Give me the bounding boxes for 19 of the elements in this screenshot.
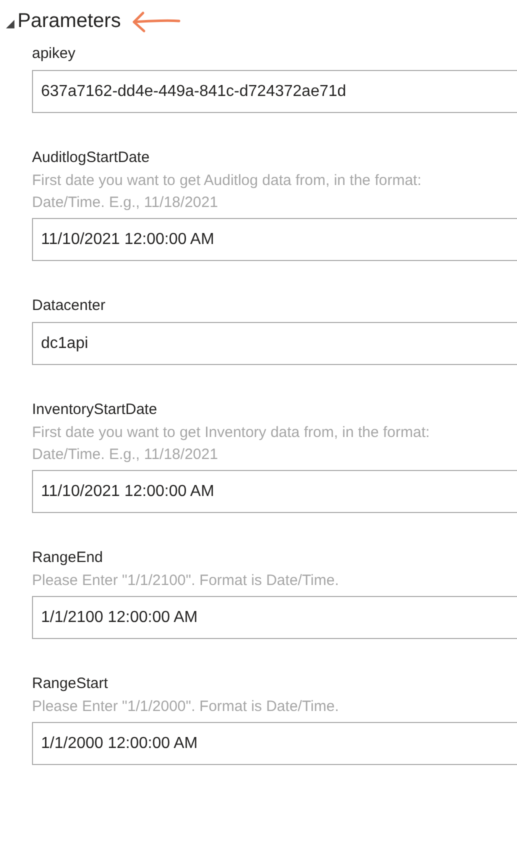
parameter-description: Please Enter "1/1/2100". Format is Date/Time. xyxy=(32,571,340,591)
parameter-label: RangeStart xyxy=(32,674,109,694)
parameter-description: First date you want to get Inventory data from, in the format: Date/Time. E.g., 11/18/2021 xyxy=(32,423,431,465)
parameter-description: Please Enter "1/1/2000". Format is Date/Time. xyxy=(32,697,340,717)
collapse-toggle[interactable]: ◢ xyxy=(6,16,14,30)
input-field[interactable]: 1/1/2100 12:00:00 AM xyxy=(32,596,517,639)
input-field[interactable]: dc1api xyxy=(32,322,517,365)
parameter-label: AuditlogStartDate xyxy=(32,148,151,168)
section-title: Parameters xyxy=(17,10,121,32)
input-field[interactable]: 637a7162-dd4e-449a-841c-d724372ae71d xyxy=(32,70,517,113)
input-field[interactable]: 11/10/2021 12:00:00 AM xyxy=(32,470,517,513)
parameter-label: InventoryStartDate xyxy=(32,400,158,420)
parameter-label: Datacenter xyxy=(32,296,106,316)
parameter-label: RangeEnd xyxy=(32,548,104,568)
parameter-label: apikey xyxy=(32,44,76,64)
input-field[interactable]: 11/10/2021 12:00:00 AM xyxy=(32,218,517,261)
parameter-description: First date you want to get Auditlog data from, in the format: Date/Time. E.g., 11/18/2021 xyxy=(32,171,422,213)
input-field[interactable]: 1/1/2000 12:00:00 AM xyxy=(32,722,517,765)
arrow-icon xyxy=(130,11,181,33)
